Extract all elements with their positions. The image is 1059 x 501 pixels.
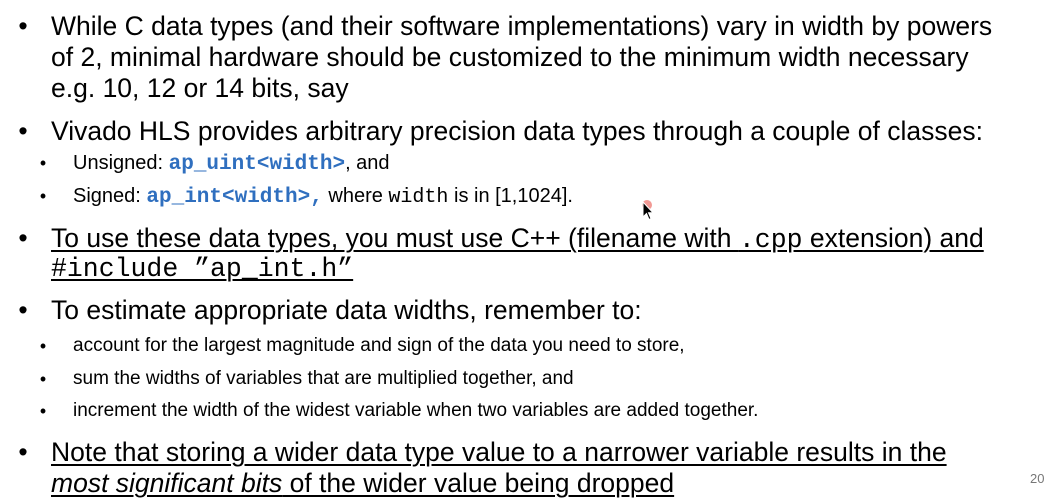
sub-bullet-text: sum the widths of variables that are mul… [73, 368, 574, 389]
sub-bullet-text: increment the width of the widest variab… [73, 400, 759, 421]
sub-bullet-dot: • [39, 369, 47, 389]
bullet-dot: • [18, 223, 28, 253]
bullet-5-text-line-2: most significant bits of the wider value… [51, 468, 674, 499]
sub-bullet-2-text: Signed: ap_int<width>, where width is in… [73, 183, 573, 211]
bullet-3-part-1: To use these data types, you must use C+… [51, 223, 739, 253]
signed-middle: where [322, 185, 389, 207]
width-mono: width [388, 186, 449, 209]
ap-uint-code: ap_uint<width> [168, 153, 346, 176]
signed-label: Signed: [73, 185, 147, 207]
unsigned-label: Unsigned: [73, 152, 169, 174]
sub-bullet-text: account for the largest magnitude and si… [73, 335, 685, 356]
most-significant-bits: most significant bits [51, 468, 283, 498]
bullet-3-part-2: extension) and [802, 223, 984, 253]
bullet-5-line-2-rest: of the wider value being dropped [282, 468, 675, 498]
bullet-2-text: Vivado HLS provides arbitrary precision … [51, 116, 983, 146]
signed-suffix: is in [1,1024]. [448, 185, 573, 207]
unsigned-suffix: , and [345, 152, 390, 174]
bullet-dot: • [18, 295, 28, 325]
bullet-dot: • [18, 11, 28, 41]
bullet-1-text-line-3: e.g. 10, 12 or 14 bits, say [51, 73, 349, 103]
mouse-pointer-icon [642, 200, 655, 221]
sub-bullet-1-text: Unsigned: ap_uint<width>, and [73, 150, 390, 178]
bullet-1-text-line-2: of 2, minimal hardware should be customi… [51, 42, 969, 72]
bullet-4-text: To estimate appropriate data widths, rem… [51, 295, 642, 325]
bullet-dot: • [18, 116, 28, 146]
sub-bullet-dot: • [39, 186, 47, 206]
bullet-3-text-line-1: To use these data types, you must use C+… [51, 223, 984, 256]
page-number: 20 [1030, 471, 1045, 486]
slide: • While C data types (and their software… [0, 0, 1059, 501]
include-line: #include ”ap_int.h” [51, 254, 354, 284]
ap-int-code: ap_int<width>, [146, 186, 323, 209]
cpp-mono: .cpp [738, 225, 803, 255]
bullet-5-text-line-1: Note that storing a wider data type valu… [51, 437, 947, 467]
bullet-dot: • [18, 437, 28, 467]
sub-bullet-dot: • [39, 401, 47, 421]
bullet-1-text-line-1: While C data types (and their software i… [51, 11, 993, 41]
sub-bullet-dot: • [39, 153, 47, 173]
sub-bullet-dot: • [39, 336, 47, 356]
